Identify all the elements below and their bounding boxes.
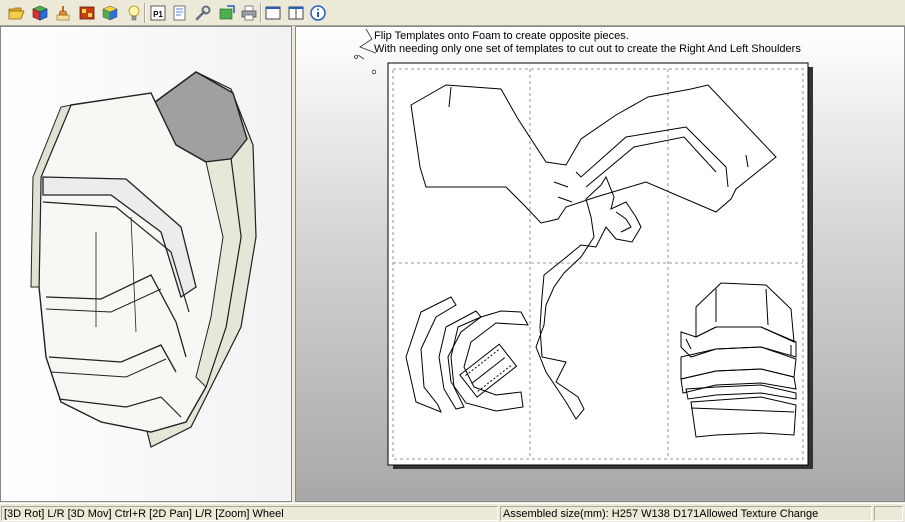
print-layout-button[interactable] (170, 3, 190, 23)
3d-shoulder-model[interactable] (1, 27, 291, 501)
open-file-button[interactable] (7, 3, 27, 23)
page-number-icon: P1 (150, 5, 166, 21)
cube-icon (32, 5, 48, 21)
settings-button[interactable] (193, 3, 213, 23)
status-assembled-size: Assembled size(mm): H257 W138 D171Allowe… (500, 506, 872, 521)
about-button[interactable] (308, 3, 328, 23)
page-button[interactable]: P1 (148, 3, 168, 23)
toolbar: P1 (0, 0, 905, 26)
printer-icon (241, 5, 257, 21)
toolbar-separator (260, 3, 262, 23)
info-icon (310, 5, 326, 21)
unfold-button[interactable] (30, 3, 50, 23)
3d-view-pane[interactable] (0, 26, 292, 502)
export-icon (219, 5, 235, 20)
2d-layout-canvas[interactable] (296, 27, 904, 501)
color-cube-icon (102, 5, 118, 21)
window-split-icon (288, 6, 304, 20)
status-extra-cell (874, 506, 903, 521)
note-shape (354, 28, 377, 75)
page-button-label: P1 (153, 10, 163, 19)
texture-icon (79, 6, 95, 20)
edit-mode-button[interactable] (53, 3, 73, 23)
paper-sheet (387, 62, 809, 466)
window-icon (265, 6, 281, 20)
print-layout-icon (173, 5, 186, 21)
print-button[interactable] (239, 3, 259, 23)
texture-button[interactable] (77, 3, 97, 23)
light-bulb-icon (128, 5, 140, 21)
status-bar: [3D Rot] L/R [3D Mov] Ctrl+R [2D Pan] L/… (0, 503, 905, 522)
color-cube-button[interactable] (100, 3, 120, 23)
lighting-button[interactable] (124, 3, 144, 23)
brush-icon (56, 6, 70, 21)
2d-view-pane[interactable]: Flip Templates onto Foam to create oppos… (295, 26, 905, 502)
toolbar-separator (144, 3, 146, 23)
wrench-icon (195, 5, 211, 21)
split-pane-button[interactable] (286, 3, 306, 23)
export-button[interactable] (217, 3, 237, 23)
status-controls-hint: [3D Rot] L/R [3D Mov] Ctrl+R [2D Pan] L/… (1, 506, 498, 521)
single-pane-button[interactable] (263, 3, 283, 23)
folder-open-icon (8, 7, 25, 20)
